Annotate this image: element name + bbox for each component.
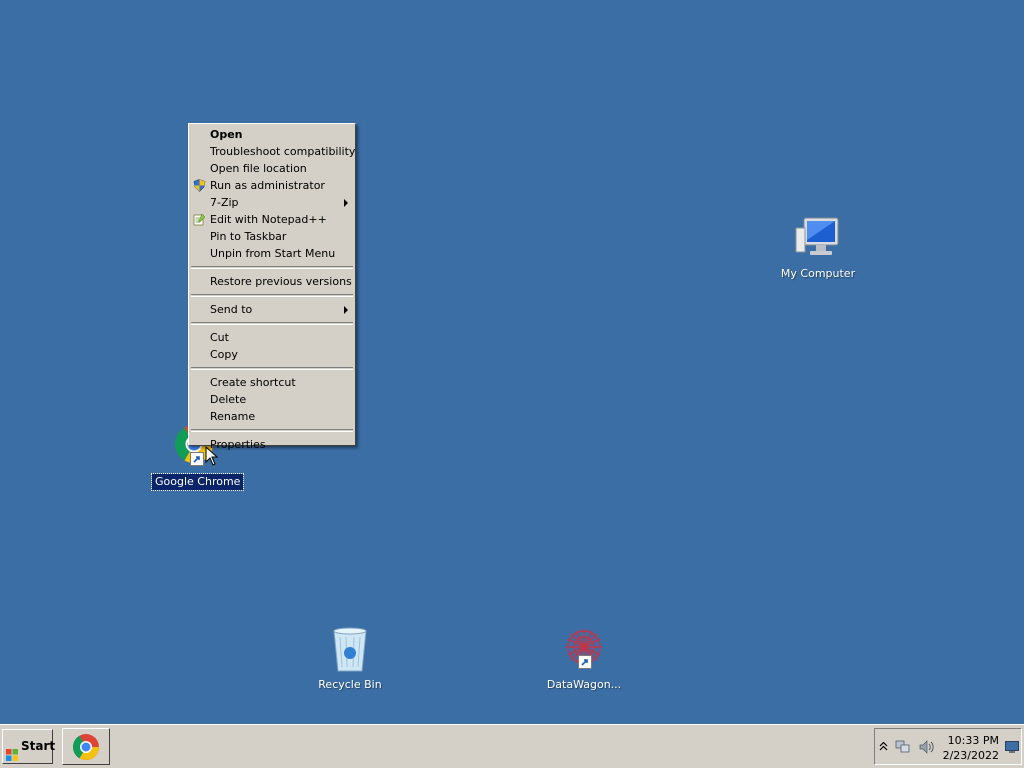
menu-item-7-zip[interactable]: 7-Zip [189,194,355,211]
submenu-arrow-icon [344,306,348,314]
menu-item-label: Create shortcut [210,376,296,389]
menu-item-label: 7-Zip [210,196,239,209]
menu-separator [191,429,353,432]
menu-item-label: Open file location [210,162,307,175]
desktop-icon-label: Google Chrome [150,473,245,491]
desktop[interactable]: Google Chrome My Computer Recycle Bin Da… [0,0,1024,724]
taskbar: Start 10:33 PM 2/23/2022 [0,724,1024,768]
submenu-arrow-icon [344,199,348,207]
menu-item-label: Properties [210,438,266,451]
menu-item-cut[interactable]: Cut [189,329,355,346]
show-hidden-icons-chevron-icon[interactable] [879,740,888,755]
clock-time: 10:33 PM [947,734,999,747]
menu-item-label: Edit with Notepad++ [210,213,327,226]
menu-item-label: Troubleshoot compatibility [210,145,356,158]
shortcut-arrow-icon [190,452,204,466]
notepad-plus-plus-icon [193,213,206,226]
menu-separator [191,294,353,297]
menu-item-open[interactable]: Open [189,126,355,143]
shortcut-arrow-icon [578,655,592,669]
menu-item-delete[interactable]: Delete [189,391,355,408]
menu-item-label: Rename [210,410,256,423]
menu-item-open-file-location[interactable]: Open file location [189,160,355,177]
desktop-icon-datawagon[interactable]: DataWagon... [542,625,626,693]
volume-icon[interactable] [919,740,935,757]
menu-separator [191,367,353,370]
start-button[interactable]: Start [2,729,56,764]
menu-item-label: Unpin from Start Menu [210,247,336,260]
menu-item-label: Restore previous versions [210,275,352,288]
menu-item-label: Pin to Taskbar [210,230,287,243]
desktop-icon-label: My Computer [780,267,856,280]
menu-item-label: Cut [210,331,229,344]
start-button-label: Start [21,739,56,753]
system-tray: 10:33 PM 2/23/2022 [874,728,1022,765]
menu-item-copy[interactable]: Copy [189,346,355,363]
uac-shield-icon [193,179,206,192]
datawagon-shortcut-icon [560,625,608,673]
show-desktop-icon[interactable] [1005,741,1019,756]
menu-item-restore-previous-versions[interactable]: Restore previous versions [189,273,355,290]
menu-item-send-to[interactable]: Send to [189,301,355,318]
my-computer-icon [794,214,842,262]
menu-item-edit-with-notepad-plus-plus[interactable]: Edit with Notepad++ [189,211,355,228]
menu-item-label: Run as administrator [210,179,325,192]
desktop-icon-my-computer[interactable]: My Computer [776,214,860,282]
desktop-icon-recycle-bin[interactable]: Recycle Bin [308,625,392,693]
menu-item-label: Open [210,128,243,141]
menu-separator [191,322,353,325]
menu-item-label: Delete [210,393,247,406]
taskbar-button-google-chrome[interactable] [62,728,110,765]
clock-date: 2/23/2022 [942,749,999,762]
menu-item-troubleshoot-compatibility[interactable]: Troubleshoot compatibility [189,143,355,160]
menu-item-pin-to-taskbar[interactable]: Pin to Taskbar [189,228,355,245]
windows-logo-icon [6,741,18,761]
desktop-icon-label: Recycle Bin [318,678,382,691]
menu-separator [191,266,353,269]
menu-item-label: Copy [210,348,238,361]
menu-item-rename[interactable]: Rename [189,408,355,425]
clock[interactable]: 10:33 PM 2/23/2022 [943,733,999,763]
context-menu: Open Troubleshoot compatibility Open fil… [188,123,356,451]
recycle-bin-icon [326,625,374,673]
menu-item-unpin-from-start-menu[interactable]: Unpin from Start Menu [189,245,355,262]
menu-item-properties[interactable]: Properties [189,436,355,453]
menu-item-label: Send to [210,303,253,316]
network-icon[interactable] [895,740,911,757]
menu-item-run-as-administrator[interactable]: Run as administrator [189,177,355,194]
desktop-icon-label: DataWagon... [546,678,622,691]
menu-item-create-shortcut[interactable]: Create shortcut [189,374,355,391]
chrome-icon [71,732,101,765]
